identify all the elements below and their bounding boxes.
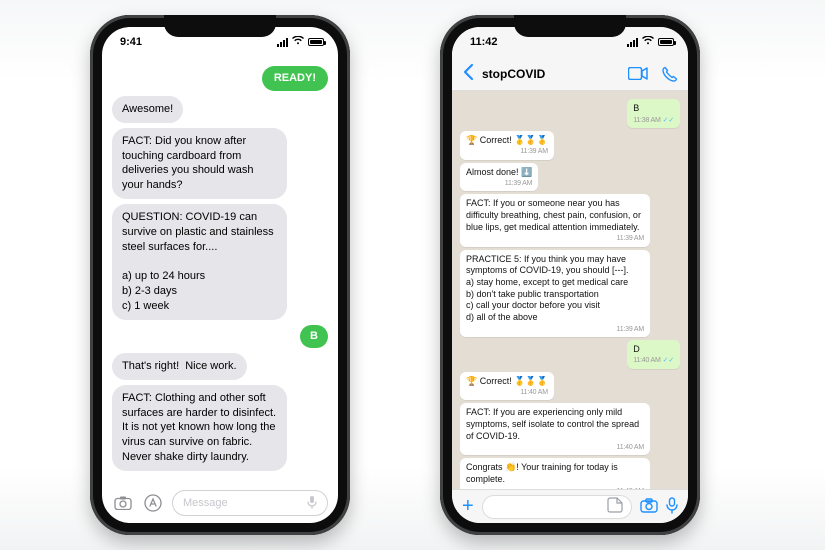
back-icon[interactable] xyxy=(462,63,474,84)
camera-icon[interactable] xyxy=(112,492,134,514)
message-text: Awesome! xyxy=(122,102,173,117)
outgoing-bubble[interactable]: D11:40 AM✓✓ xyxy=(627,340,680,369)
message-time: 11:40 AM xyxy=(466,443,644,452)
chat-scroll[interactable]: READY! Awesome! FACT: Did you know after t… xyxy=(102,57,338,489)
message-row: QUESTION: COVID-19 can survive on plasti… xyxy=(112,204,328,320)
voice-call-icon[interactable] xyxy=(662,66,678,82)
signal-icon xyxy=(627,38,638,47)
status-time: 11:42 xyxy=(470,36,498,48)
message-row: Congrats 👏! Your training for today is c… xyxy=(460,458,680,489)
read-ticks-icon: ✓✓ xyxy=(663,357,674,364)
message-time: 11:38 AM✓✓ xyxy=(633,116,674,125)
incoming-bubble[interactable]: 🏆 Correct! 🥇🥇🥇11:39 AM xyxy=(460,131,554,160)
status-time: 9:41 xyxy=(120,36,142,48)
sticker-icon[interactable] xyxy=(607,497,623,516)
message-time: 11:40 AM✓✓ xyxy=(633,356,674,365)
message-row: READY! xyxy=(112,66,328,91)
notch xyxy=(164,15,276,37)
incoming-bubble[interactable]: That's right! Nice work. xyxy=(112,353,247,380)
message-input[interactable] xyxy=(482,495,632,519)
wifi-icon xyxy=(642,36,654,48)
video-call-icon[interactable] xyxy=(628,67,648,80)
message-text: QUESTION: COVID-19 can survive on plasti… xyxy=(122,210,277,314)
read-ticks-icon: ✓✓ xyxy=(663,117,674,124)
message-row: FACT: If you or someone near you has dif… xyxy=(460,194,680,246)
camera-icon[interactable] xyxy=(640,498,658,516)
incoming-bubble[interactable]: Almost done! ⬇️11:39 AM xyxy=(460,163,538,192)
message-text: 🏆 Correct! 🥇🥇🥇 xyxy=(466,135,548,147)
message-text: READY! xyxy=(274,71,316,86)
incoming-bubble[interactable]: FACT: If you are experiencing only mild … xyxy=(460,403,650,455)
message-text: FACT: Clothing and other soft surfaces a… xyxy=(122,391,277,465)
message-time: 11:39 AM xyxy=(466,325,644,334)
message-text: Almost done! ⬇️ xyxy=(466,167,532,179)
message-row: FACT: Clothing and other soft surfaces a… xyxy=(112,385,328,471)
message-text: B xyxy=(310,329,318,344)
input-bar: Message xyxy=(102,489,338,523)
message-row: Almost done! ⬇️11:39 AM xyxy=(460,163,680,192)
message-row: 🏆 Correct! 🥇🥇🥇11:39 AM xyxy=(460,131,680,160)
status-icons xyxy=(277,36,324,48)
chat-header: stopCOVID xyxy=(452,57,688,91)
incoming-bubble[interactable]: Congrats 👏! Your training for today is c… xyxy=(460,458,650,489)
message-text: D xyxy=(633,344,674,356)
battery-icon xyxy=(308,38,324,46)
chat-scroll[interactable]: B11:38 AM✓✓🏆 Correct! 🥇🥇🥇11:39 AMAlmost … xyxy=(452,91,688,489)
message-row: FACT: Did you know after touching cardbo… xyxy=(112,128,328,199)
message-text: FACT: Did you know after touching cardbo… xyxy=(122,134,277,193)
message-text: 🏆 Correct! 🥇🥇🥇 xyxy=(466,376,548,388)
message-row: 🏆 Correct! 🥇🥇🥇11:40 AM xyxy=(460,372,680,401)
screen-imessage: 9:41 READY! Awesome! FACT: Did you know af… xyxy=(102,27,338,523)
outgoing-bubble[interactable]: READY! xyxy=(262,66,328,91)
incoming-bubble[interactable]: FACT: If you or someone near you has dif… xyxy=(460,194,650,246)
message-time: 11:39 AM xyxy=(466,147,548,156)
message-row: FACT: If you are experiencing only mild … xyxy=(460,403,680,455)
status-icons xyxy=(627,36,674,48)
message-time: 11:39 AM xyxy=(466,234,644,243)
battery-icon xyxy=(658,38,674,46)
message-row: D11:40 AM✓✓ xyxy=(460,340,680,369)
message-row: B xyxy=(112,325,328,348)
message-time: 11:40 AM xyxy=(466,388,548,397)
incoming-bubble[interactable]: FACT: Clothing and other soft surfaces a… xyxy=(112,385,287,471)
appstore-icon[interactable] xyxy=(142,492,164,514)
plus-icon[interactable]: + xyxy=(462,495,474,518)
phone-whatsapp: 11:42 stopCOVID B11 xyxy=(440,15,700,535)
notch xyxy=(514,15,626,37)
message-row: Awesome! xyxy=(112,96,328,123)
message-text: B xyxy=(633,103,674,115)
message-input[interactable]: Message xyxy=(172,490,328,516)
input-placeholder: Message xyxy=(183,497,228,509)
message-time: 11:39 AM xyxy=(466,179,532,188)
wifi-icon xyxy=(292,36,304,48)
outgoing-bubble[interactable]: B xyxy=(300,325,328,348)
message-text: FACT: If you or someone near you has dif… xyxy=(466,198,644,233)
message-text: That's right! Nice work. xyxy=(122,359,237,374)
message-text: PRACTICE 5: If you think you may have sy… xyxy=(466,254,644,324)
message-row: B11:38 AM✓✓ xyxy=(460,99,680,128)
screen-whatsapp: 11:42 stopCOVID B11 xyxy=(452,27,688,523)
incoming-bubble[interactable]: Awesome! xyxy=(112,96,183,123)
message-text: Congrats 👏! Your training for today is c… xyxy=(466,462,644,485)
incoming-bubble[interactable]: PRACTICE 5: If you think you may have sy… xyxy=(460,250,650,337)
phone-imessage: 9:41 READY! Awesome! FACT: Did you know af… xyxy=(90,15,350,535)
incoming-bubble[interactable]: 🏆 Correct! 🥇🥇🥇11:40 AM xyxy=(460,372,554,401)
message-time: 11:40 AM xyxy=(466,487,644,489)
signal-icon xyxy=(277,38,288,47)
mic-icon[interactable] xyxy=(307,495,317,512)
incoming-bubble[interactable]: QUESTION: COVID-19 can survive on plasti… xyxy=(112,204,287,320)
message-row: PRACTICE 5: If you think you may have sy… xyxy=(460,250,680,337)
input-bar: + xyxy=(452,489,688,523)
outgoing-bubble[interactable]: B11:38 AM✓✓ xyxy=(627,99,680,128)
incoming-bubble[interactable]: FACT: Did you know after touching cardbo… xyxy=(112,128,287,199)
mic-icon[interactable] xyxy=(666,497,678,517)
message-text: FACT: If you are experiencing only mild … xyxy=(466,407,644,442)
message-row: That's right! Nice work. xyxy=(112,353,328,380)
contact-name[interactable]: stopCOVID xyxy=(482,67,620,81)
